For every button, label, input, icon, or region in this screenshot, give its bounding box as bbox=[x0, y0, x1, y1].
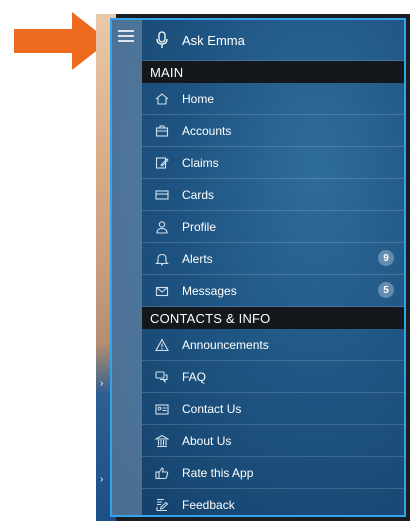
navigation-drawer: Ask Emma MAIN Home Accounts Claims Cards… bbox=[110, 18, 406, 517]
menu-item-label: Cards bbox=[182, 187, 215, 202]
menu-item-announcements[interactable]: Announcements bbox=[142, 329, 404, 361]
menu-item-about-us[interactable]: About Us bbox=[142, 425, 404, 457]
bell-icon bbox=[142, 252, 182, 266]
warning-icon bbox=[142, 337, 182, 352]
chat-bubbles-icon bbox=[142, 370, 182, 384]
menu-item-accounts[interactable]: Accounts bbox=[142, 115, 404, 147]
menu-item-label: Feedback bbox=[182, 497, 235, 512]
menu-item-cards[interactable]: Cards bbox=[142, 179, 404, 211]
contact-card-icon bbox=[142, 402, 182, 416]
feedback-icon bbox=[142, 498, 182, 512]
menu-item-faq[interactable]: FAQ bbox=[142, 361, 404, 393]
section-header-contacts: CONTACTS & INFO bbox=[142, 307, 404, 329]
thumbs-up-icon bbox=[142, 466, 182, 480]
section-header-main: MAIN bbox=[142, 61, 404, 83]
menu-item-label: Profile bbox=[182, 219, 217, 234]
alerts-count-badge: 9 bbox=[378, 250, 394, 266]
messages-count-badge: 5 bbox=[378, 282, 394, 298]
home-icon bbox=[142, 92, 182, 106]
menu-item-messages[interactable]: Messages 5 bbox=[142, 275, 404, 307]
ask-emma-label: Ask Emma bbox=[182, 32, 245, 48]
menu-item-label: FAQ bbox=[182, 369, 207, 384]
hamburger-menu-icon[interactable] bbox=[118, 30, 134, 42]
menu-item-label: Announcements bbox=[182, 337, 269, 352]
menu-item-label: Contact Us bbox=[182, 401, 242, 416]
menu-item-home[interactable]: Home bbox=[142, 83, 404, 115]
briefcase-icon bbox=[142, 124, 182, 138]
microphone-icon bbox=[142, 31, 182, 49]
menu-item-label: Home bbox=[182, 91, 215, 106]
phone-screen: › › Ask Emma MAIN Home Accounts Claims C… bbox=[96, 14, 410, 521]
envelope-icon bbox=[142, 284, 182, 298]
menu-item-rate-app[interactable]: Rate this App bbox=[142, 457, 404, 489]
building-icon bbox=[142, 434, 182, 448]
menu-item-label: Alerts bbox=[182, 251, 213, 266]
menu-item-label: Accounts bbox=[182, 123, 232, 138]
drawer-list: Ask Emma MAIN Home Accounts Claims Cards… bbox=[142, 20, 404, 515]
ask-emma-item[interactable]: Ask Emma bbox=[142, 20, 404, 61]
menu-item-alerts[interactable]: Alerts 9 bbox=[142, 243, 404, 275]
menu-item-contact-us[interactable]: Contact Us bbox=[142, 393, 404, 425]
menu-strip bbox=[112, 20, 142, 515]
menu-item-label: Claims bbox=[182, 155, 219, 170]
edit-document-icon bbox=[142, 156, 182, 170]
menu-item-claims[interactable]: Claims bbox=[142, 147, 404, 179]
menu-item-label: Rate this App bbox=[182, 465, 254, 480]
menu-item-profile[interactable]: Profile bbox=[142, 211, 404, 243]
person-icon bbox=[142, 220, 182, 234]
card-icon bbox=[142, 188, 182, 202]
menu-item-label: Messages bbox=[182, 283, 237, 298]
menu-item-feedback[interactable]: Feedback bbox=[142, 489, 404, 515]
pointer-arrow-icon bbox=[14, 12, 109, 70]
menu-item-label: About Us bbox=[182, 433, 232, 448]
